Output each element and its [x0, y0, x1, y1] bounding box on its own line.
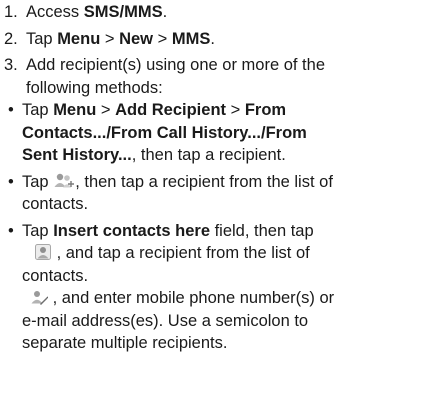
step-text: following methods:: [26, 78, 163, 97]
bullet-text: Tap: [22, 101, 54, 119]
step-3-continued: following methods:: [0, 77, 438, 100]
bullet-text: , then tap a recipient.: [131, 146, 286, 164]
bullet-text: field, then tap: [210, 221, 314, 240]
bullet-item-insert-contacts: • Tap Insert contacts here field, then t…: [0, 220, 438, 243]
bullet-item-menu: • Tap Menu > Add Recipient > From: [0, 99, 438, 122]
step-number: 3.: [4, 56, 18, 74]
step-text: >: [153, 29, 172, 48]
bullet-text: , then tap a recipient from the list of: [75, 172, 333, 191]
step-3: 3. Add recipient(s) using one or more of…: [0, 54, 438, 77]
step-number: 2.: [4, 29, 18, 48]
step-2: 2. Tap Menu > New > MMS.: [0, 28, 438, 51]
bullet-glyph: •: [8, 221, 14, 240]
bullet-item-insert-contacts-line-5: e-mail address(es). Use a semicolon to: [0, 310, 438, 333]
step-text: Tap: [26, 29, 58, 48]
step-text: Add recipient(s) using one or more of th…: [26, 56, 325, 74]
contacts-list-icon: [53, 172, 75, 190]
single-contact-icon: [34, 243, 52, 261]
instructions-document: 1. Access SMS/MMS. 2. Tap Menu > New > M…: [0, 1, 438, 355]
bullet-glyph: •: [8, 172, 14, 191]
bullet-text: e-mail address(es). Use a semicolon to: [22, 311, 309, 330]
bullet-item-contacts-icon-line-2: contacts.: [0, 193, 438, 216]
bullet-item-menu-line-3: Sent History..., then tap a recipient.: [0, 144, 438, 167]
bullet-item-insert-contacts-line-4: , and enter mobile phone number(s) or: [0, 287, 438, 310]
bullet-text: >: [226, 101, 245, 119]
bullet-item-insert-contacts-line-6: separate multiple recipients.: [0, 332, 438, 355]
bullet-text: , and tap a recipient from the list of: [52, 244, 310, 262]
menu-term: Menu: [53, 101, 97, 119]
menu-term: SMS/MMS: [83, 3, 163, 21]
menu-term: Add Recipient: [115, 101, 227, 119]
menu-term: From: [244, 101, 287, 119]
step-text: >: [100, 29, 120, 48]
field-name: Insert contacts here: [53, 221, 210, 240]
bullet-text: Tap: [22, 172, 54, 191]
bullet-item-menu-line-2: Contacts.../From Call History.../From: [0, 122, 438, 145]
bullet-text: , and enter mobile phone number(s) or: [48, 289, 335, 307]
step-1: 1. Access SMS/MMS.: [0, 1, 438, 24]
bullet-text: contacts.: [22, 266, 89, 285]
bullet-item-insert-contacts-line-2: , and tap a recipient from the list of: [0, 242, 438, 265]
edit-contact-icon: [30, 288, 48, 306]
step-number: 1.: [4, 3, 18, 21]
bullet-text: Tap: [22, 221, 54, 240]
step-text: .: [162, 3, 168, 21]
bullet-item-insert-contacts-line-3: contacts.: [0, 265, 438, 288]
bullet-glyph: •: [8, 101, 14, 119]
bullet-text: contacts.: [22, 195, 89, 213]
step-text: Access: [26, 3, 84, 21]
bullet-item-contacts-icon: • Tap , then tap a recipient from the li…: [0, 171, 438, 194]
bullet-text: separate multiple recipients.: [22, 334, 228, 352]
menu-term: Menu: [57, 29, 101, 48]
menu-term: Contacts.../From Call History.../From: [22, 123, 307, 142]
menu-term: Sent History...: [22, 146, 132, 164]
bullet-text: >: [96, 101, 116, 119]
step-text: .: [210, 29, 215, 48]
menu-term: New: [119, 29, 154, 48]
menu-term: MMS: [171, 29, 211, 48]
